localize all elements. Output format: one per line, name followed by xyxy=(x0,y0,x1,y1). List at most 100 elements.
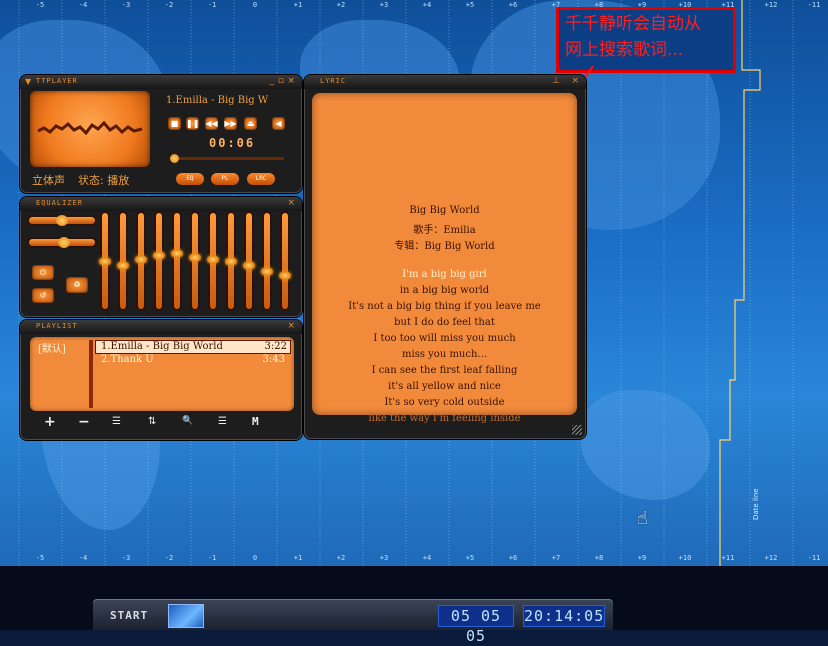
playlist-category[interactable]: [默认] xyxy=(38,340,66,355)
lyric-line: It's not a big big thing if you leave me xyxy=(348,301,541,312)
lyric-pin-button[interactable]: ⊥ xyxy=(552,76,560,86)
close-button[interactable]: × xyxy=(287,76,295,86)
eq-band-2[interactable] xyxy=(117,213,129,309)
lyric-line: it's all yellow and nice xyxy=(388,381,501,392)
volume-button[interactable]: ◀ xyxy=(272,117,285,130)
eq-band-5[interactable] xyxy=(171,213,183,309)
playlist-window: PLAYLIST × [默认] 1.Emilla - Big Big World… xyxy=(20,320,302,440)
eq-band-8-knob[interactable] xyxy=(225,257,237,266)
eq-bands xyxy=(99,213,295,313)
eq-toggle-button[interactable]: EQ xyxy=(176,173,204,185)
eq-band-4[interactable] xyxy=(153,213,165,309)
playlist-item-2-duration: 3:43 xyxy=(262,354,285,365)
eq-band-10[interactable] xyxy=(261,213,273,309)
balance-knob[interactable] xyxy=(56,215,68,226)
eq-band-8[interactable] xyxy=(225,213,237,309)
playlist-item-2-name: 2.Thank U xyxy=(101,354,154,365)
playlist-item-1-duration: 3:22 xyxy=(264,341,287,352)
mini-mode-button[interactable]: ▫ xyxy=(278,76,284,86)
equalizer-window: EQUALIZER × ⏻ ↺ ♻ xyxy=(20,197,302,317)
equalizer-title: EQUALIZER xyxy=(36,199,83,207)
eq-band-3-knob[interactable] xyxy=(135,255,147,264)
equalizer-close-button[interactable]: × xyxy=(287,198,295,208)
lyric-line: I can see the first leaf falling xyxy=(371,365,518,376)
stop-button[interactable]: ■ xyxy=(168,117,181,130)
list-icon[interactable]: ☰ xyxy=(112,416,121,427)
eq-band-11[interactable] xyxy=(279,213,291,309)
date-display: 05 05 05 xyxy=(438,605,514,645)
playlist-divider xyxy=(89,340,93,408)
playlist-titlebar[interactable]: PLAYLIST × xyxy=(20,320,302,334)
lyric-screen[interactable]: Big Big World 歌手：Emilia 专辑：Big Big World… xyxy=(312,93,577,424)
minimize-button[interactable]: _ xyxy=(270,76,275,86)
playlist-toolbar: + − ☰ ⇅ 🔍 ☰ M xyxy=(30,413,294,433)
add-track-button[interactable]: + xyxy=(44,414,56,430)
file-icon[interactable]: ☰ xyxy=(218,416,227,427)
eq-band-7[interactable] xyxy=(207,213,219,309)
visualizer-screen[interactable] xyxy=(30,91,150,167)
previous-button[interactable]: ◀◀ xyxy=(205,117,218,130)
eq-band-10-knob[interactable] xyxy=(261,267,273,276)
lyric-line: It's so very cold outside xyxy=(384,397,505,408)
track-title-scroll: 1.Emilla - Big Big W xyxy=(166,95,269,106)
playlist-close-button[interactable]: × xyxy=(287,321,295,331)
playlist-screen: [默认] 1.Emilla - Big Big World 3:22 2.Tha… xyxy=(30,337,294,411)
preamp-slider[interactable] xyxy=(29,237,95,248)
lyric-line: I too too will miss you much xyxy=(373,333,516,344)
seek-thumb[interactable] xyxy=(170,154,179,163)
eq-band-9-knob[interactable] xyxy=(243,261,255,270)
menu-button[interactable]: M xyxy=(252,415,259,428)
lyric-line: in a big big world xyxy=(399,285,490,296)
eq-band-6[interactable] xyxy=(189,213,201,309)
status-channel: 立体声 xyxy=(32,174,65,187)
lyric-line: miss you much... xyxy=(402,349,487,360)
remove-track-button[interactable]: − xyxy=(78,414,90,430)
eq-band-7-knob[interactable] xyxy=(207,255,219,264)
playlist-item-2[interactable]: 2.Thank U 3:43 xyxy=(95,354,289,366)
lyric-close-button[interactable]: × xyxy=(571,76,579,86)
time-display: 00:06 xyxy=(209,136,256,150)
player-title: TTPLAYER xyxy=(36,77,78,85)
equalizer-titlebar[interactable]: EQUALIZER × xyxy=(20,197,302,211)
eq-band-2-knob[interactable] xyxy=(117,261,129,270)
eq-band-3[interactable] xyxy=(135,213,147,309)
status-state: 状态: 播放 xyxy=(78,174,130,187)
seek-bar[interactable] xyxy=(170,154,284,163)
next-button[interactable]: ▶▶ xyxy=(224,117,237,130)
lyric-title: LYRIC xyxy=(320,77,347,85)
lyric-line-current: I'm a big big girl xyxy=(402,269,487,280)
sort-icon[interactable]: ⇅ xyxy=(148,416,156,427)
eq-power-button[interactable]: ⏻ xyxy=(32,265,54,280)
app-logo-icon: ▼ xyxy=(25,77,32,86)
player-titlebar[interactable]: ▼ TTPLAYER _ ▫ × xyxy=(20,75,302,89)
lyric-line: 专辑：Big Big World xyxy=(394,241,495,252)
pause-button[interactable]: ❚❚ xyxy=(186,117,199,130)
eq-band-1[interactable] xyxy=(99,213,111,309)
playlist-item-1-name: 1.Emilla - Big Big World xyxy=(101,341,223,352)
playlist-toggle-button[interactable]: PL xyxy=(211,173,239,185)
resize-grip-icon[interactable] xyxy=(572,425,582,435)
search-icon[interactable]: 🔍 xyxy=(182,416,193,426)
eq-band-1-knob[interactable] xyxy=(99,257,111,266)
lyric-toggle-button[interactable]: LRC xyxy=(247,173,275,185)
eq-band-4-knob[interactable] xyxy=(153,251,165,260)
eq-band-9[interactable] xyxy=(243,213,255,309)
hand-cursor-icon: ☝ xyxy=(637,508,648,529)
lyric-titlebar[interactable]: LYRIC ⊥ × xyxy=(304,75,586,89)
eq-preset-button[interactable]: ♻ xyxy=(66,277,88,293)
eq-band-6-knob[interactable] xyxy=(189,253,201,262)
eq-band-11-knob[interactable] xyxy=(279,271,291,280)
lyric-line: 歌手：Emilia xyxy=(413,225,476,236)
balance-slider[interactable] xyxy=(29,215,95,226)
eq-band-5-knob[interactable] xyxy=(171,249,183,258)
lyric-line: Big Big World xyxy=(409,205,480,216)
eq-reset-button[interactable]: ↺ xyxy=(32,288,54,303)
spectrum-visualizer xyxy=(37,120,143,136)
start-button[interactable]: START xyxy=(110,609,148,622)
taskbar-map-thumbnail[interactable] xyxy=(168,604,204,628)
clock-display: 20:14:05 xyxy=(523,605,605,627)
eject-button[interactable]: ⏏ xyxy=(244,117,257,130)
playlist-title: PLAYLIST xyxy=(36,322,78,330)
preamp-knob[interactable] xyxy=(58,237,70,248)
playlist-item-1[interactable]: 1.Emilla - Big Big World 3:22 xyxy=(95,340,291,354)
